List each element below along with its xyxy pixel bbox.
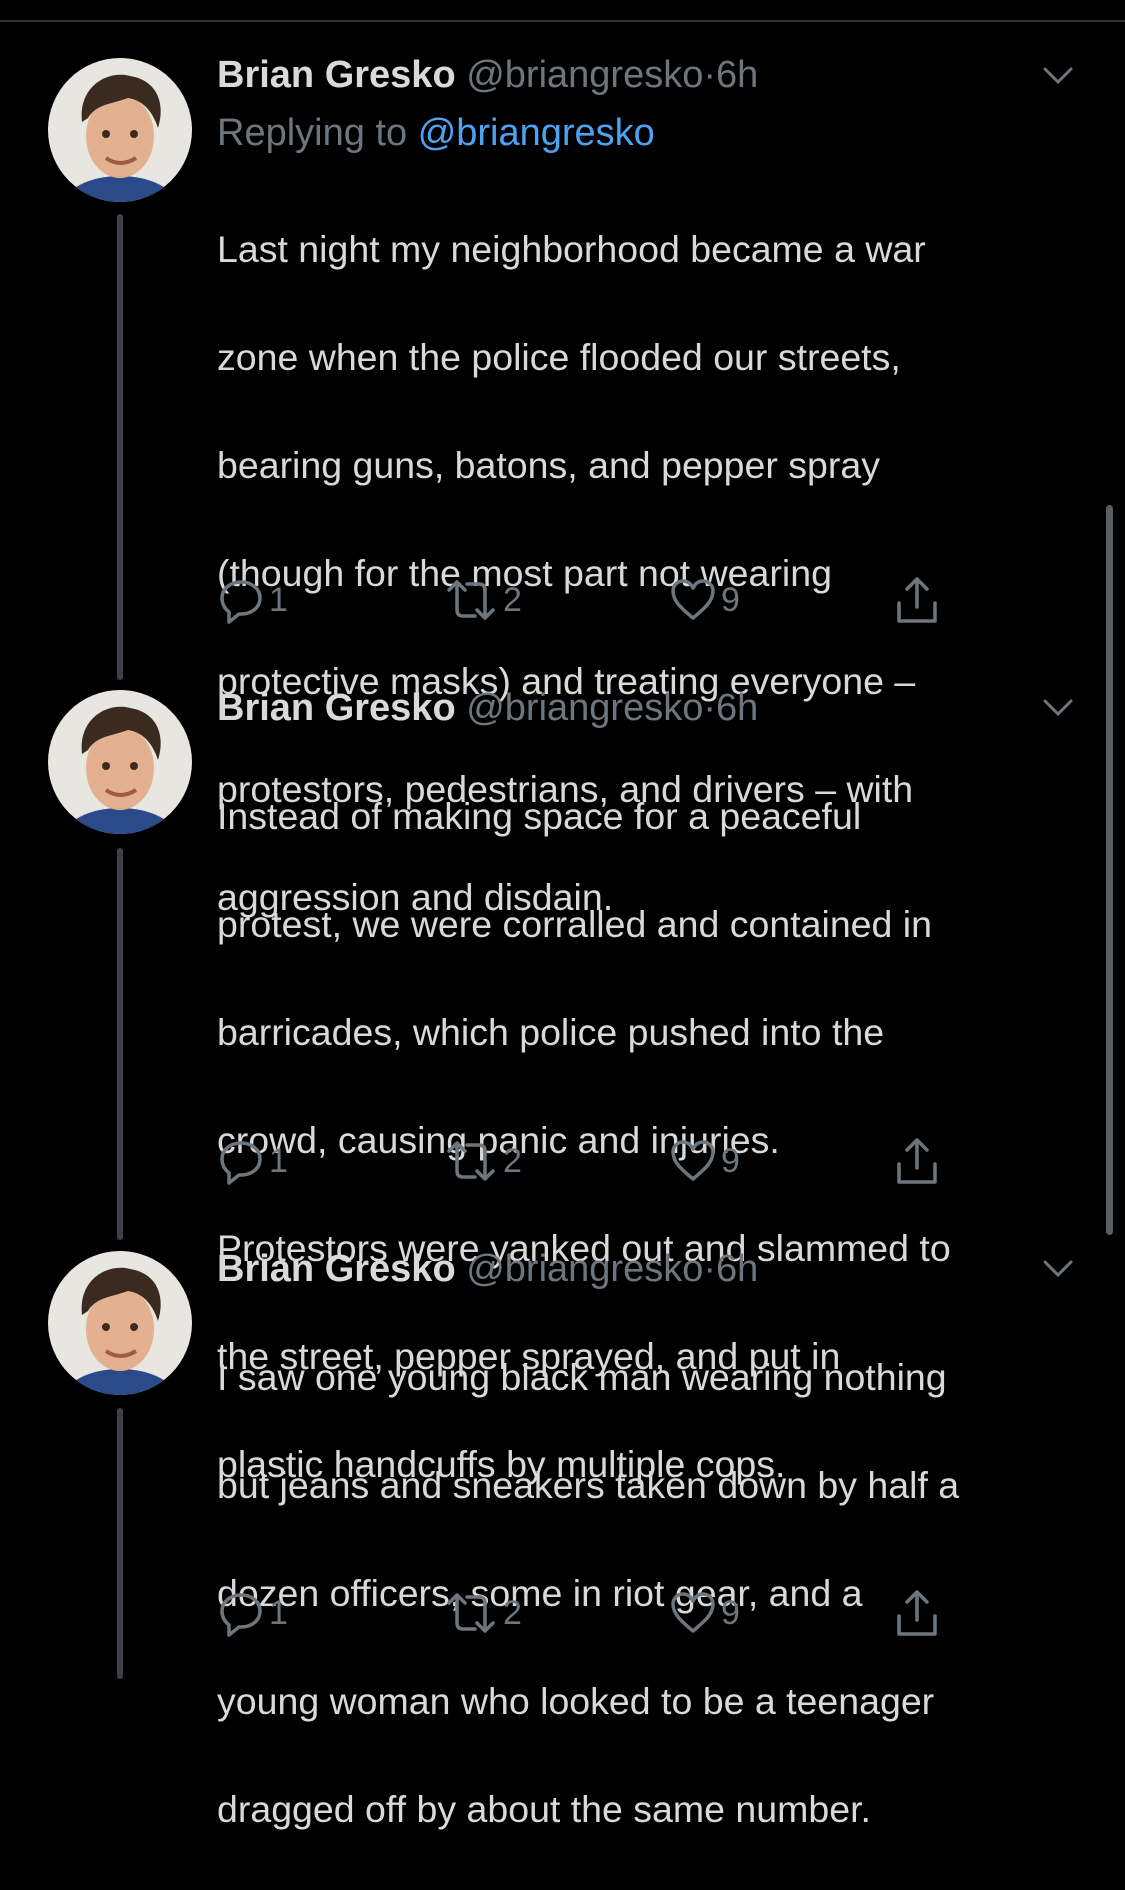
author-name[interactable]: Brian Gresko	[217, 1248, 456, 1290]
like-button[interactable]: 9	[669, 572, 740, 628]
thread-line	[117, 1408, 123, 1679]
thread-line	[117, 848, 123, 1240]
tweet-text-line: dragged off by about the same number.	[217, 1788, 871, 1830]
reply-icon	[217, 1137, 265, 1185]
tweet-header: Brian Gresko @briangresko·6h	[217, 1246, 1077, 1292]
tweet-actions: 1 2 9	[217, 572, 957, 628]
tweet-header: Brian Gresko @briangresko·6h	[217, 685, 1077, 731]
tweet-text-line: young woman who looked to be a teenager	[217, 1680, 935, 1722]
timestamp[interactable]: 6h	[716, 1248, 758, 1290]
share-icon	[893, 1136, 941, 1186]
reply-button[interactable]: 1	[217, 1585, 288, 1641]
like-count: 9	[721, 580, 740, 619]
share-icon	[893, 1588, 941, 1638]
tweet-text-line: barricades, which police pushed into the	[217, 1011, 885, 1053]
avatar[interactable]	[48, 58, 192, 202]
separator-dot: ·	[703, 54, 717, 96]
chevron-down-icon[interactable]	[1041, 690, 1075, 724]
author-handle[interactable]: @briangresko	[466, 1248, 703, 1290]
like-button[interactable]: 9	[669, 1585, 740, 1641]
top-divider	[0, 0, 1125, 22]
retweet-count: 2	[503, 1593, 522, 1632]
heart-icon	[669, 576, 717, 624]
retweet-button[interactable]: 2	[443, 1585, 522, 1641]
share-button[interactable]	[893, 1133, 941, 1189]
separator-dot: ·	[703, 1248, 717, 1290]
reply-button[interactable]: 1	[217, 1133, 288, 1189]
separator-dot: ·	[703, 687, 717, 729]
tweet-header: Brian Gresko @briangresko·6h	[217, 52, 1077, 98]
like-count: 9	[721, 1593, 740, 1632]
reply-count: 1	[269, 580, 288, 619]
share-icon	[893, 575, 941, 625]
thread-line	[117, 214, 123, 680]
author-name[interactable]: Brian Gresko	[217, 687, 456, 729]
author-name[interactable]: Brian Gresko	[217, 54, 456, 96]
retweet-icon	[443, 576, 499, 624]
replying-to: Replying to @briangresko	[217, 110, 1077, 156]
scrollbar[interactable]	[1106, 505, 1113, 1235]
reply-count: 1	[269, 1141, 288, 1180]
share-button[interactable]	[893, 572, 941, 628]
tweet-text-line: I saw one young black man wearing nothin…	[217, 1356, 947, 1398]
like-button[interactable]: 9	[669, 1133, 740, 1189]
timestamp[interactable]: 6h	[716, 687, 758, 729]
replying-to-label: Replying to	[217, 112, 408, 154]
retweet-icon	[443, 1589, 499, 1637]
author-handle[interactable]: @briangresko	[466, 687, 703, 729]
reply-button[interactable]: 1	[217, 572, 288, 628]
avatar[interactable]	[48, 690, 192, 834]
tweet-text-line: bearing guns, batons, and pepper spray	[217, 444, 880, 486]
avatar[interactable]	[48, 1251, 192, 1395]
retweet-count: 2	[503, 580, 522, 619]
tweet-text-line: Last night my neighborhood became a war	[217, 228, 926, 270]
retweet-count: 2	[503, 1141, 522, 1180]
replying-to-mention[interactable]: @briangresko	[418, 112, 655, 154]
chevron-down-icon[interactable]	[1041, 58, 1075, 92]
reply-icon	[217, 576, 265, 624]
share-button[interactable]	[893, 1585, 941, 1641]
heart-icon	[669, 1589, 717, 1637]
heart-icon	[669, 1137, 717, 1185]
tweet-text-line: protest, we were corralled and contained…	[217, 903, 932, 945]
tweet-actions: 1 2 9	[217, 1585, 957, 1641]
like-count: 9	[721, 1141, 740, 1180]
tweet-text-line: Instead of making space for a peaceful	[217, 795, 862, 837]
tweet-text-line: zone when the police flooded our streets…	[217, 336, 901, 378]
retweet-button[interactable]: 2	[443, 572, 522, 628]
reply-count: 1	[269, 1593, 288, 1632]
timestamp[interactable]: 6h	[716, 54, 758, 96]
retweet-icon	[443, 1137, 499, 1185]
retweet-button[interactable]: 2	[443, 1133, 522, 1189]
author-handle[interactable]: @briangresko	[466, 54, 703, 96]
reply-icon	[217, 1589, 265, 1637]
tweet-actions: 1 2 9	[217, 1133, 957, 1189]
chevron-down-icon[interactable]	[1041, 1251, 1075, 1285]
tweet-text-line: but jeans and sneakers taken down by hal…	[217, 1464, 960, 1506]
